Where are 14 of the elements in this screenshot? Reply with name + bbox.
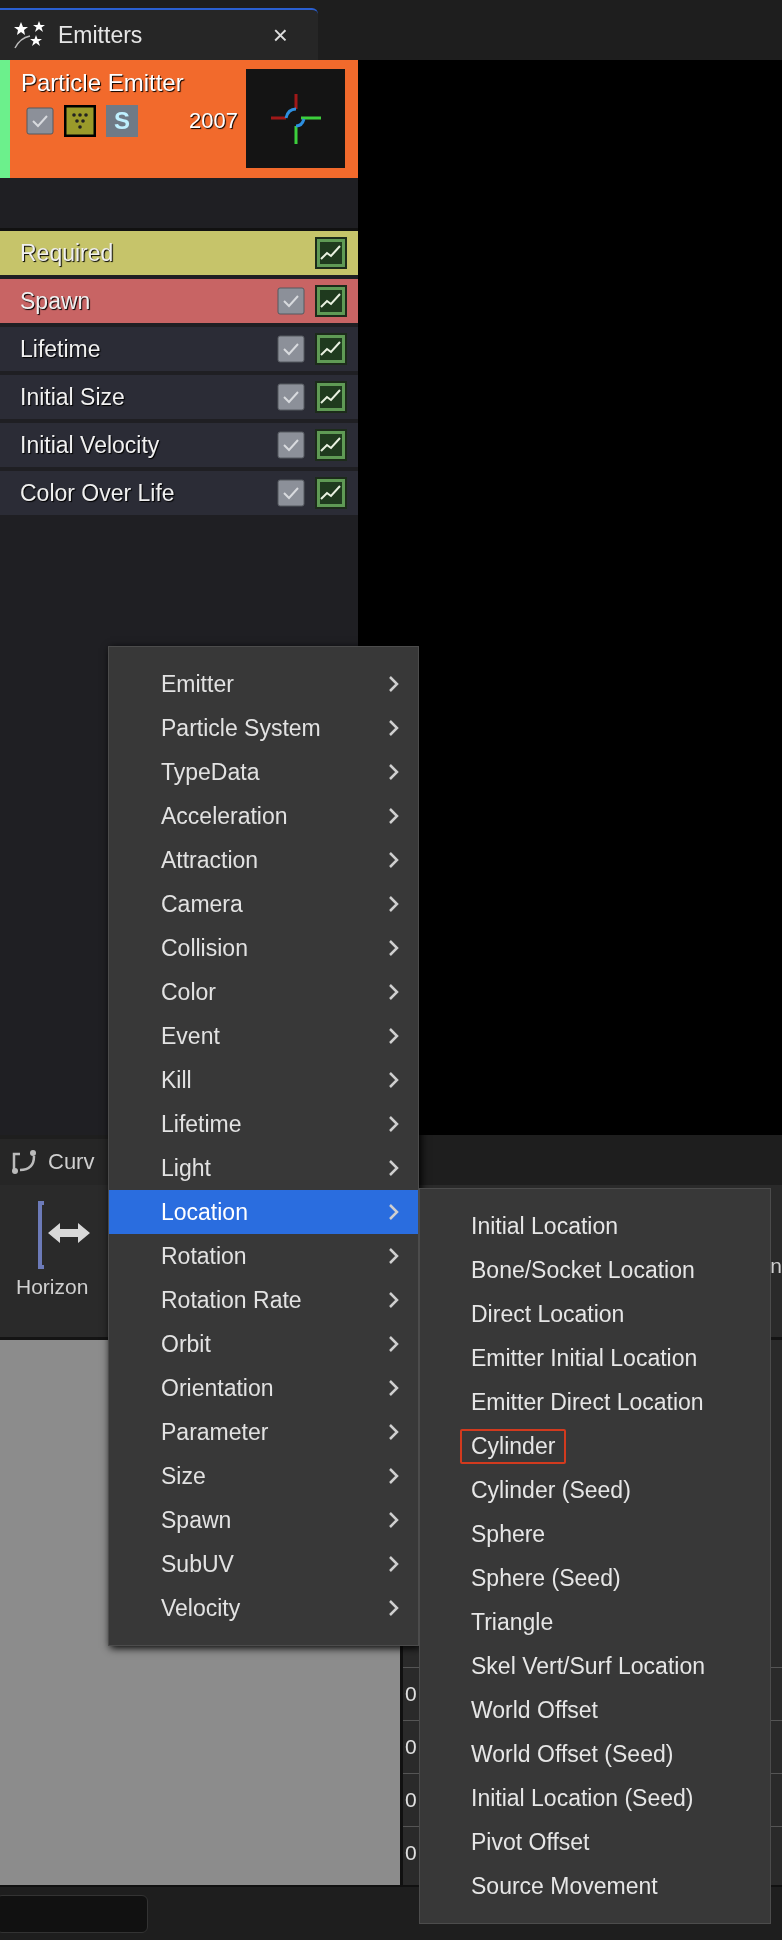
- module-label: Spawn: [20, 287, 92, 315]
- toolbar-label: n: [770, 1254, 782, 1278]
- module-label: Initial Velocity: [20, 431, 161, 459]
- tab-title: Emitters: [58, 21, 144, 49]
- particle-count: 2007: [189, 108, 238, 134]
- module-label: Initial Size: [20, 383, 126, 411]
- module-label: Required: [20, 239, 115, 267]
- module-label: Color Over Life: [20, 479, 176, 507]
- module-label: Lifetime: [20, 335, 102, 363]
- value-text: 0: [405, 1841, 417, 1865]
- value-text: 0: [405, 1735, 417, 1759]
- value-text: 0: [405, 1788, 417, 1812]
- emitter-name: Particle Emitter: [21, 69, 185, 97]
- value-text: 0: [405, 1682, 417, 1706]
